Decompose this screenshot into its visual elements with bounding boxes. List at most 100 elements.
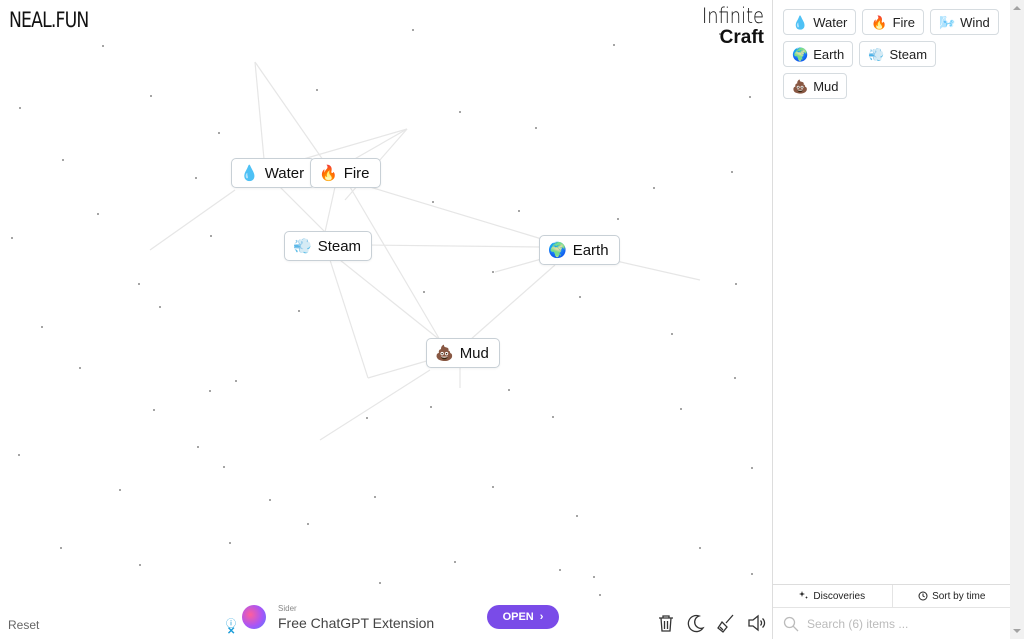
item-label: Fire <box>892 14 915 30</box>
background-dot <box>749 96 751 98</box>
sidebar-item-steam[interactable]: 💨 Steam <box>859 41 937 67</box>
background-dot <box>218 132 220 134</box>
sidebar-tabs: Discoveries Sort by time <box>773 585 1011 608</box>
canvas-element-water[interactable]: 💧 Water <box>231 158 316 188</box>
connection-line <box>254 61 331 171</box>
background-dot <box>680 408 682 410</box>
connection-line <box>369 186 546 241</box>
background-dot <box>518 210 520 212</box>
background-dot <box>430 406 432 408</box>
background-dot <box>454 561 456 563</box>
background-dot <box>41 326 43 328</box>
sound-button[interactable] <box>746 612 766 634</box>
background-dot <box>229 542 231 544</box>
element-label: Water <box>264 164 305 182</box>
background-dot <box>62 159 64 161</box>
speaker-icon <box>748 614 766 632</box>
background-dot <box>11 237 13 239</box>
background-dot <box>79 367 81 369</box>
background-dot <box>599 594 601 596</box>
tab-discoveries[interactable]: Discoveries <box>773 585 892 607</box>
background-dot <box>235 380 237 382</box>
background-dot <box>731 171 733 173</box>
fire-icon: 🔥 <box>319 164 338 182</box>
connection-line <box>324 186 336 233</box>
tab-discoveries-label: Discoveries <box>813 590 866 602</box>
background-dot <box>508 389 510 391</box>
background-dot <box>209 390 211 392</box>
sidebar-item-water[interactable]: 💧 Water <box>783 9 857 35</box>
background-dot <box>535 127 537 129</box>
background-dot <box>97 213 99 215</box>
background-dot <box>432 201 434 203</box>
background-dot <box>671 333 673 335</box>
background-dot <box>119 489 121 491</box>
sidebar-scrollbar[interactable] <box>1010 0 1024 639</box>
background-dot <box>734 377 736 379</box>
canvas-element-earth[interactable]: 🌍 Earth <box>539 235 620 265</box>
ad-headline[interactable]: Free ChatGPT Extension <box>278 615 434 631</box>
background-dot <box>735 283 737 285</box>
ad-sponsor: Sider <box>278 604 297 613</box>
infinite-craft-title: Infinite Craft <box>691 4 764 49</box>
connection-line <box>364 244 541 248</box>
background-dot <box>552 416 554 418</box>
sidebar-item-mud[interactable]: 💩 Mud <box>783 73 848 99</box>
background-dot <box>138 283 140 285</box>
earth-globe-icon: 🌍 <box>548 241 567 259</box>
search-input[interactable] <box>807 616 987 631</box>
background-dot <box>60 547 62 549</box>
ad-close-icon[interactable]: ✕ <box>227 626 235 637</box>
item-list: 💧 Water 🔥 Fire 🌬️ Wind 🌍 Earth 💨 Steam 💩… <box>783 9 1003 99</box>
element-label: Earth <box>572 241 609 259</box>
background-dot <box>751 467 753 469</box>
connection-line <box>469 264 556 341</box>
ad-open-button[interactable]: OPEN › <box>487 605 559 629</box>
steam-icon: 💨 <box>868 46 885 62</box>
background-dot <box>153 409 155 411</box>
item-label: Wind <box>960 14 990 30</box>
connection-line <box>349 186 441 341</box>
background-dot <box>492 271 494 273</box>
reset-button[interactable]: Reset <box>8 618 39 632</box>
connection-line <box>494 257 546 273</box>
dark-mode-button[interactable] <box>686 612 706 634</box>
background-dot <box>492 486 494 488</box>
craft-canvas[interactable]: NEAL.FUN Infinite Craft 💧 Water 🔥 Fire 💨… <box>0 0 772 639</box>
connection-lines <box>11 29 753 596</box>
scroll-down-arrow-icon[interactable] <box>1013 629 1021 633</box>
background-dot <box>139 564 141 566</box>
tab-sort-by-time[interactable]: Sort by time <box>891 585 1012 607</box>
element-label: Fire <box>343 164 370 182</box>
ad-banner[interactable]: ⓘ ✕ Sider Free ChatGPT Extension OPEN › <box>224 597 567 639</box>
clear-button[interactable] <box>656 612 676 634</box>
sidebar-item-wind[interactable]: 🌬️ Wind <box>929 9 999 35</box>
background-dot <box>699 547 701 549</box>
canvas-element-steam[interactable]: 💨 Steam <box>284 231 373 261</box>
canvas-toolbar <box>656 612 766 634</box>
steam-icon: 💨 <box>293 237 312 255</box>
water-drop-icon: 💧 <box>240 164 259 182</box>
mud-icon: 💩 <box>792 78 809 94</box>
connection-line <box>279 186 326 233</box>
wind-icon: 🌬️ <box>938 14 956 30</box>
sidebar-item-fire[interactable]: 🔥 Fire <box>862 9 924 35</box>
earth-globe-icon: 🌍 <box>792 46 809 62</box>
item-label: Earth <box>813 46 845 62</box>
clock-icon <box>918 591 928 601</box>
canvas-element-fire[interactable]: 🔥 Fire <box>310 158 381 188</box>
chevron-right-icon: › <box>539 611 544 623</box>
background-dot <box>593 576 595 578</box>
item-label: Steam <box>889 46 928 62</box>
neal-fun-logo[interactable]: NEAL.FUN <box>9 8 89 32</box>
background-dot <box>559 569 561 571</box>
title-line-1: Infinite <box>701 4 764 28</box>
cleanup-button[interactable] <box>716 612 736 634</box>
background-dot <box>159 306 161 308</box>
canvas-element-mud[interactable]: 💩 Mud <box>426 338 500 368</box>
background-dot <box>576 515 578 517</box>
background-dot <box>269 499 271 501</box>
scroll-up-arrow-icon[interactable] <box>1013 6 1021 10</box>
background-dot <box>19 107 21 109</box>
sidebar-item-earth[interactable]: 🌍 Earth <box>783 41 854 67</box>
